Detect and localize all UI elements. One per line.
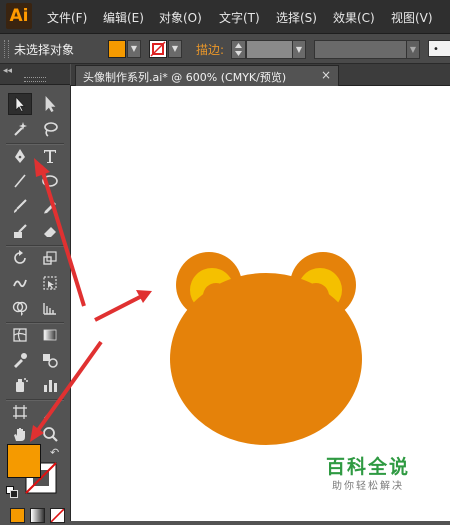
tools-panel-header[interactable]: ◂◂ bbox=[0, 64, 70, 85]
stroke-weight-input[interactable] bbox=[246, 40, 294, 59]
fill-color-swatch[interactable] bbox=[108, 40, 126, 58]
direct-selection-icon bbox=[45, 95, 56, 113]
warp-tool[interactable] bbox=[8, 272, 32, 294]
blend-tool[interactable] bbox=[38, 349, 62, 371]
scale-icon bbox=[43, 251, 57, 265]
rotate-tool[interactable] bbox=[8, 247, 32, 269]
stroke-none-icon bbox=[150, 41, 166, 57]
menu-view[interactable]: 视图(V) bbox=[391, 9, 433, 26]
menu-type[interactable]: 文字(T) bbox=[219, 9, 260, 26]
selection-arrow-icon bbox=[15, 95, 26, 113]
fill-dropdown-chevron-icon[interactable]: ▼ bbox=[127, 40, 141, 58]
type-t-icon bbox=[44, 150, 56, 163]
pencil-icon bbox=[44, 202, 56, 214]
perspective-grid-icon bbox=[43, 303, 56, 315]
blob-brush-tool[interactable] bbox=[8, 220, 32, 242]
gradient-icon bbox=[43, 329, 57, 341]
pen-tool[interactable] bbox=[8, 145, 32, 167]
magic-wand-tool[interactable] bbox=[8, 118, 32, 140]
zoom-magnifier-icon bbox=[43, 427, 58, 442]
brush-definition-select[interactable]: • bbox=[428, 40, 450, 57]
gradient-tool[interactable] bbox=[38, 324, 62, 346]
perspective-grid-tool[interactable] bbox=[38, 297, 62, 319]
swap-fill-stroke-icon[interactable]: ↶ bbox=[50, 446, 59, 459]
lasso-tool[interactable] bbox=[38, 118, 62, 140]
slice-tool[interactable] bbox=[38, 401, 62, 423]
mesh-icon bbox=[13, 328, 27, 342]
shape-builder-tool[interactable] bbox=[8, 297, 32, 319]
symbol-sprayer-icon bbox=[16, 378, 28, 392]
free-transform-tool[interactable] bbox=[38, 272, 62, 294]
direct-selection-tool[interactable] bbox=[38, 93, 62, 115]
blend-icon bbox=[43, 354, 58, 368]
shape-builder-icon bbox=[12, 301, 28, 316]
none-slash-icon bbox=[50, 508, 65, 523]
bear-face[interactable] bbox=[170, 273, 362, 445]
pencil-tool[interactable] bbox=[38, 195, 62, 217]
default-colors-icon[interactable] bbox=[6, 486, 18, 498]
stroke-weight-stepper[interactable] bbox=[231, 40, 246, 59]
slice-knife-icon bbox=[44, 406, 56, 418]
hand-tool[interactable] bbox=[8, 423, 32, 445]
line-tool[interactable] bbox=[8, 170, 32, 192]
free-transform-icon bbox=[43, 276, 57, 290]
profile-chevron-icon[interactable]: ▼ bbox=[406, 40, 420, 59]
warp-icon bbox=[13, 279, 27, 288]
blob-brush-icon bbox=[14, 224, 27, 238]
scale-tool[interactable] bbox=[38, 247, 62, 269]
menu-bar: Ai 文件(F) 编辑(E) 对象(O) 文字(T) 选择(S) 效果(C) 视… bbox=[0, 0, 450, 34]
menu-select[interactable]: 选择(S) bbox=[276, 9, 317, 26]
stroke-none-swatch[interactable] bbox=[149, 40, 167, 58]
watermark-title: 百科全说 bbox=[326, 456, 411, 478]
menu-file[interactable]: 文件(F) bbox=[47, 9, 87, 26]
artboard-tool[interactable] bbox=[8, 401, 32, 423]
eraser-icon bbox=[44, 227, 56, 237]
document-tab-bar: 头像制作系列.ai* @ 600% (CMYK/预览) × bbox=[71, 64, 450, 86]
menu-object[interactable]: 对象(O) bbox=[159, 9, 202, 26]
document-tab[interactable]: 头像制作系列.ai* @ 600% (CMYK/预览) × bbox=[75, 65, 339, 86]
magic-wand-icon bbox=[14, 122, 27, 136]
artboard-icon bbox=[13, 405, 27, 419]
app-logo: Ai bbox=[6, 3, 32, 29]
variable-width-profile-select[interactable] bbox=[314, 40, 408, 59]
menu-effect[interactable]: 效果(C) bbox=[333, 9, 375, 26]
line-segment-icon bbox=[14, 174, 26, 188]
hand-icon bbox=[14, 428, 25, 441]
fill-swatch[interactable] bbox=[7, 444, 41, 478]
stroke-dropdown-chevron-icon[interactable]: ▼ bbox=[168, 40, 182, 58]
ellipse-tool[interactable] bbox=[38, 170, 62, 192]
stepper-arrows-icon bbox=[235, 43, 242, 56]
menu-edit[interactable]: 编辑(E) bbox=[103, 9, 144, 26]
eyedropper-tool[interactable] bbox=[8, 349, 32, 371]
document-tab-title: 头像制作系列.ai* @ 600% (CMYK/预览) bbox=[83, 71, 287, 84]
zoom-tool[interactable] bbox=[38, 423, 62, 445]
mesh-tool[interactable] bbox=[8, 324, 32, 346]
column-graph-tool[interactable] bbox=[38, 374, 62, 396]
column-graph-icon bbox=[44, 380, 57, 392]
tools-panel-grip[interactable] bbox=[24, 77, 46, 82]
ellipse-icon bbox=[42, 175, 58, 187]
pen-nib-icon bbox=[15, 149, 25, 163]
stroke-label: 描边: bbox=[196, 43, 225, 57]
selection-tool[interactable] bbox=[8, 93, 32, 115]
paintbrush-icon bbox=[14, 199, 27, 213]
control-bar-grip[interactable] bbox=[4, 40, 9, 58]
control-bar: 未选择对象 ▼ ▼ 描边: ▼ ▼ • bbox=[0, 34, 450, 64]
watermark-subtitle: 助你轻松解决 bbox=[332, 481, 404, 492]
type-tool[interactable] bbox=[38, 145, 62, 167]
close-tab-icon[interactable]: × bbox=[321, 68, 331, 82]
selection-status: 未选择对象 bbox=[14, 43, 75, 57]
eraser-tool[interactable] bbox=[38, 220, 62, 242]
stroke-weight-chevron-icon[interactable]: ▼ bbox=[292, 40, 306, 59]
rotate-icon bbox=[14, 250, 26, 264]
lasso-icon bbox=[44, 122, 58, 137]
symbol-sprayer-tool[interactable] bbox=[8, 374, 32, 396]
tools-panel: ↶ bbox=[0, 85, 71, 523]
eyedropper-icon bbox=[14, 353, 27, 368]
paintbrush-tool[interactable] bbox=[8, 195, 32, 217]
collapse-panel-icon[interactable]: ◂◂ bbox=[3, 66, 12, 76]
artboard-canvas[interactable]: 百科全说 助你轻松解决 bbox=[71, 86, 450, 521]
